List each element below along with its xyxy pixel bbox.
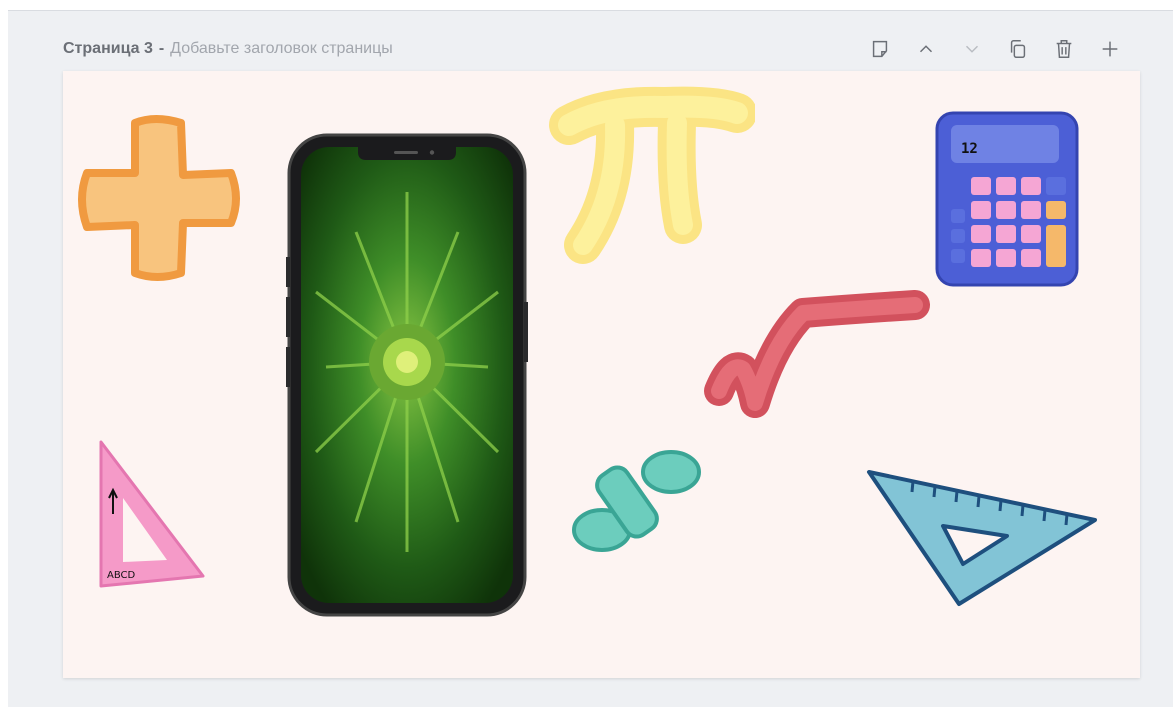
blue-set-square-sticker[interactable] [863,466,1103,616]
chevron-down-icon [965,45,979,53]
chevron-up-icon [919,45,933,53]
pi-sticker[interactable] [545,85,755,270]
calculator-display: 12 [961,141,978,157]
add-page-button[interactable] [1087,33,1133,65]
notes-button[interactable] [857,33,903,65]
duplicate-icon [1010,40,1026,58]
page-toolbar [857,33,1133,65]
trash-icon [1056,40,1072,58]
note-icon [872,40,888,58]
pink-set-square-sticker[interactable]: ABCD [93,436,208,591]
move-up-button[interactable] [903,33,949,65]
move-down-button[interactable] [949,33,995,65]
page-title-input[interactable]: Добавьте заголовок страницы [170,40,393,58]
page-number: Страница 3 [63,40,153,57]
page-separator: - [158,40,165,57]
editor-area: Страница 3 - Добавьте заголовок страницы [8,10,1173,707]
division-sticker[interactable] [568,446,706,556]
square-root-sticker[interactable] [703,283,933,433]
plus-sticker[interactable] [73,113,245,285]
page-header: Страница 3 - Добавьте заголовок страницы [63,37,393,61]
set-square-text: ABCD [107,570,136,581]
duplicate-page-button[interactable] [995,33,1041,65]
design-canvas[interactable]: 12 ABCD [63,71,1140,678]
delete-page-button[interactable] [1041,33,1087,65]
calculator-sticker[interactable]: 12 [933,109,1081,289]
smartphone-mockup[interactable] [286,132,528,618]
plus-icon [1102,41,1118,57]
